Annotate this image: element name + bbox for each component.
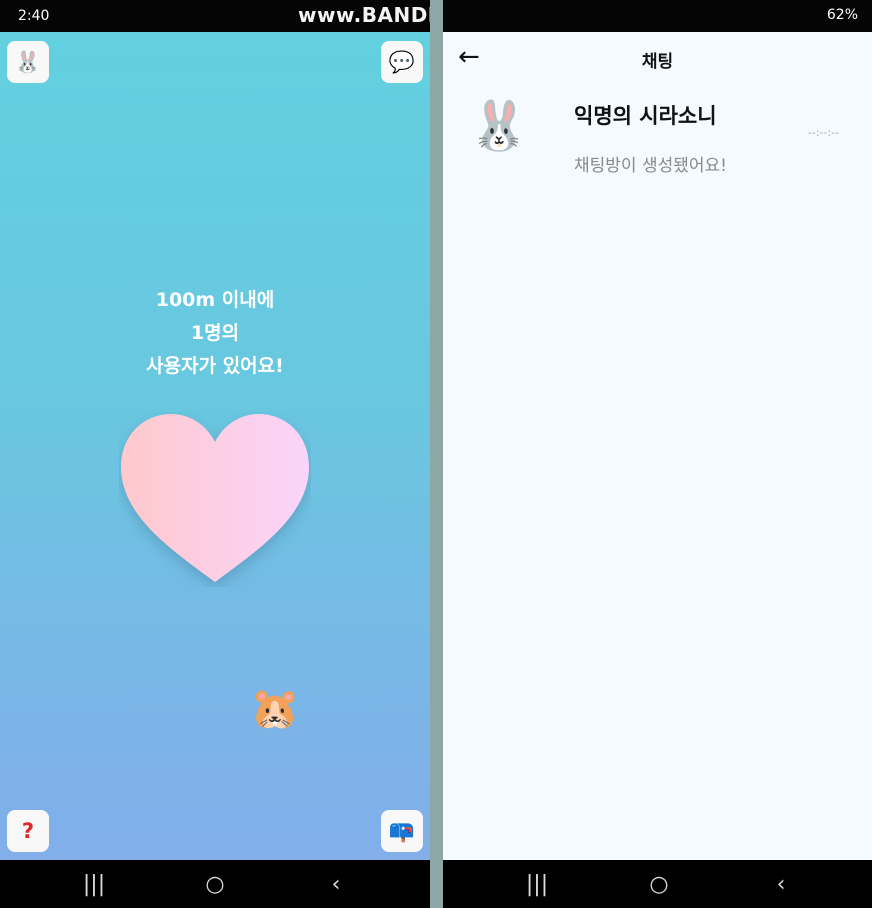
- left-phone-screen: 2:40 www.BANDICAM.com 🐰 💬 100m 이내에 1명의 사…: [0, 0, 430, 908]
- recent-apps-button[interactable]: |||: [74, 860, 114, 908]
- heart-button[interactable]: [119, 412, 311, 587]
- pikachu-icon: 🐹: [250, 686, 300, 732]
- nearby-users-message: 100m 이내에 1명의 사용자가 있어요!: [0, 284, 430, 383]
- radar-screen: 🐰 💬 100m 이내에 1명의 사용자가 있어요! 🐹 ? 📪: [0, 32, 430, 860]
- chat-room-last-message: 채팅방이 생성됐어요!: [574, 156, 727, 176]
- chat-list-screen: ← 채팅 🐰 익명의 시라소니 --:--:-- 채팅방이 생성됐어요!: [443, 32, 872, 860]
- back-button[interactable]: ‹: [316, 860, 356, 908]
- bunny-icon: 🐰: [14, 49, 42, 74]
- right-phone-screen: 62% ← 채팅 🐰 익명의 시라소니 --:--:-- 채팅방이 생성됐어요!…: [443, 0, 872, 908]
- question-mark-icon: ?: [21, 819, 35, 843]
- system-nav-bar: ||| ○ ‹: [443, 860, 872, 908]
- system-nav-bar: ||| ○ ‹: [0, 860, 430, 908]
- status-time: 2:40: [18, 8, 50, 24]
- nearby-user-avatar[interactable]: 🐹: [250, 685, 300, 732]
- chat-room-item[interactable]: 🐰 익명의 시라소니 --:--:-- 채팅방이 생성됐어요!: [443, 92, 872, 192]
- mailbox-icon: 📪: [388, 818, 416, 843]
- recent-apps-button[interactable]: |||: [517, 860, 557, 908]
- page-title: 채팅: [641, 52, 674, 72]
- bunny-avatar-icon: 🐰: [469, 98, 529, 154]
- profile-button[interactable]: 🐰: [7, 41, 49, 83]
- split-divider[interactable]: [430, 0, 443, 908]
- home-button[interactable]: ○: [195, 860, 235, 908]
- watermark: www.BANDICAM.com: [298, 3, 430, 27]
- nearby-line-3: 사용자가 있어요!: [146, 355, 284, 377]
- mailbox-button[interactable]: 📪: [381, 810, 423, 852]
- status-bar: 2:40 www.BANDICAM.com: [0, 0, 430, 32]
- back-button[interactable]: ‹: [761, 860, 801, 908]
- home-button[interactable]: ○: [639, 860, 679, 908]
- chat-room-name: 익명의 시라소니: [574, 104, 717, 128]
- help-button[interactable]: ?: [7, 810, 49, 852]
- speech-bubble-icon: 💬: [388, 49, 416, 74]
- status-bar: 62%: [443, 0, 872, 32]
- chat-list-button[interactable]: 💬: [381, 41, 423, 83]
- battery-level: 62%: [826, 7, 858, 23]
- nearby-line-1: 100m 이내에: [155, 289, 275, 311]
- nearby-line-2: 1명의: [190, 322, 240, 344]
- chat-room-time: --:--:--: [807, 126, 839, 139]
